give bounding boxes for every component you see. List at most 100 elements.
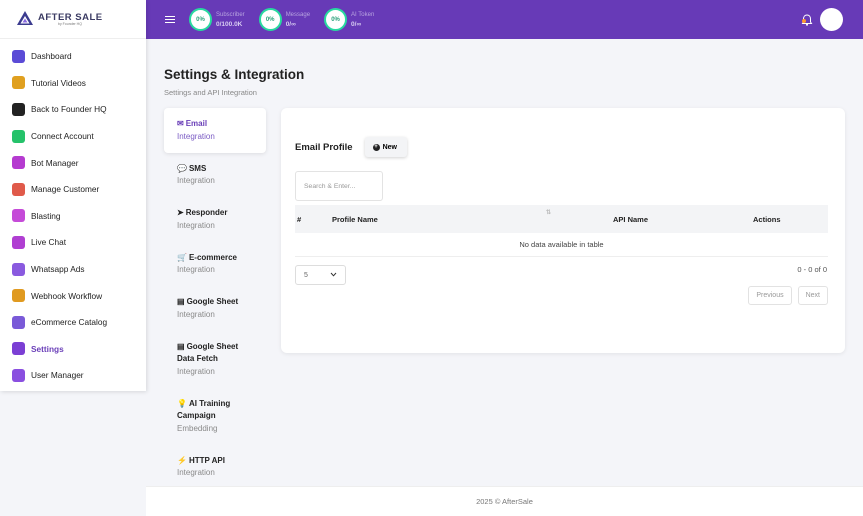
subnav-item-ai-training-campaign[interactable]: 💡 AI Training Campaign Embedding [164,388,266,445]
sidebar-item-webhook-workflow[interactable]: Webhook Workflow [0,282,146,309]
stat-value: 0/∞ [285,20,296,28]
stat-ai-token: 0% AI Token 0/∞ [324,8,374,31]
sidebar-item-live-chat[interactable]: Live Chat [0,229,146,256]
subnav-title: ▤ Google Sheet [177,296,253,309]
plus-circle-icon: + [372,143,380,151]
subnav-desc: Integration [177,131,215,141]
subnav-title: 🛒 E-commerce [177,252,253,265]
stat-label: Message [285,11,311,18]
column-header-index[interactable]: # [297,215,301,224]
subnav-desc: Integration [177,468,215,477]
sidebar-item-tutorial-videos[interactable]: Tutorial Videos [0,70,146,97]
stat-value: 0/∞ [351,20,362,28]
next-page-button[interactable]: Next [797,286,828,305]
column-header-actions: Actions [753,214,781,224]
subnav-desc: Embedding [177,423,218,433]
subnav-icon: 💬 [177,163,187,173]
logo-mark-icon [16,10,34,28]
subnav-item-google-sheet[interactable]: ▤ Google Sheet Integration [164,286,266,331]
subnav-title-text: HTTP API [188,455,225,465]
message-progress-ring: 0% [258,8,282,31]
new-email-profile-button[interactable]: + New [364,137,407,157]
stat-subscriber: 0% Subscriber 0/100.0K [189,8,245,31]
subnav-title-text: Google Sheet [186,297,239,306]
sort-icon[interactable]: ⇅ [546,209,551,216]
whatsapp-icon [12,129,25,143]
user-avatar[interactable] [820,8,843,31]
page-size-select[interactable]: 5 [295,265,346,285]
sidebar-item-label: Dashboard [31,51,72,62]
sidebar-item-settings[interactable]: Settings [0,336,146,363]
sidebar-item-ecommerce-catalog[interactable]: eCommerce Catalog [0,309,146,336]
topbar: 0% Subscriber 0/100.0K 0% Message 0/∞ 0%… [146,0,863,39]
brand-tagline: by Founder HQ [58,22,82,26]
sidebar-item-label: Bot Manager [31,157,79,168]
table-header: # Profile Name ⇅ API Name Actions [295,205,828,233]
notification-bell-icon[interactable] [800,13,814,27]
page-size-value: 5 [304,271,308,279]
menu-toggle-icon[interactable] [165,15,175,24]
sidebar-item-bot-manager[interactable]: Bot Manager [0,149,146,176]
subnav-title-text: SMS [188,163,207,173]
subnav-item-responder[interactable]: ➤ Responder Integration [164,197,266,242]
subnav-desc: Integration [177,176,215,185]
page-subtitle: Settings and API Integration [164,88,257,97]
gear-icon [12,342,25,356]
sidebar-item-whatsapp-ads[interactable]: Whatsapp Ads [0,256,146,283]
chat-icon [12,235,25,249]
ads-icon [12,262,25,276]
page-title: Settings & Integration [164,67,305,82]
bot-icon [12,156,25,170]
sidebar-item-user-manager[interactable]: User Manager [0,362,146,389]
subnav-title: 💬 SMS [177,163,253,176]
sidebar: AFTER SALE by Founder HQ Dashboard Tutori… [0,0,146,391]
subnav-item-e-commerce[interactable]: 🛒 E-commerce Integration [164,242,266,287]
sidebar-item-label: Tutorial Videos [31,77,86,88]
sidebar-nav: Dashboard Tutorial Videos Back to Founder … [0,39,146,389]
sidebar-item-label: Manage Customer [31,184,100,195]
subnav-item-sms[interactable]: 💬 SMS Integration [164,153,266,198]
subnav-title-text: Google Sheet Data Fetch [177,341,239,364]
subnav-icon: 🛒 [177,252,187,262]
subnav-item-email[interactable]: ✉ Email Integration [164,108,266,153]
table-info: 0 - 0 of 0 [797,265,827,274]
sidebar-item-blasting[interactable]: Blasting [0,203,146,230]
customer-icon [12,182,25,196]
workflow-icon [12,289,25,303]
new-button-label: New [382,143,397,151]
settings-subnav: ✉ Email Integration 💬 SMS Integration ➤ Respond… [164,108,266,489]
sidebar-item-back-to-founder-hq[interactable]: Back to Founder HQ [0,96,146,123]
subnav-item-google-sheet-data-fetch[interactable]: ▤ Google Sheet Data Fetch Integration [164,331,266,388]
stat-message: 0% Message 0/∞ [258,8,311,31]
sidebar-item-connect-account[interactable]: Connect Account [0,123,146,150]
founder-hq-icon [12,102,25,116]
subnav-desc: Integration [177,220,215,230]
sidebar-item-manage-customer[interactable]: Manage Customer [0,176,146,203]
subnav-title: ➤ Responder [177,207,253,220]
sidebar-item-label: Connect Account [31,131,94,142]
previous-page-button[interactable]: Previous [748,286,792,305]
sidebar-item-label: Blasting [31,210,61,221]
subnav-icon: 💡 [177,398,187,408]
subnav-icon: ▤ [177,297,185,306]
subnav-title: ⚡ HTTP API [177,455,253,468]
subnav-item-http-api[interactable]: ⚡ HTTP API Integration [164,445,266,490]
sidebar-item-label: Webhook Workflow [31,290,103,301]
sidebar-item-label: eCommerce Catalog [31,317,108,328]
catalog-icon [12,315,25,329]
brand-logo[interactable]: AFTER SALE by Founder HQ [0,0,146,39]
subnav-title: 💡 AI Training Campaign [177,398,253,423]
pagination: Previous Next [748,286,828,305]
column-header-profile-name[interactable]: Profile Name [332,215,378,224]
user-add-icon [12,368,25,382]
column-header-api-name[interactable]: API Name [613,215,648,224]
stat-label: AI Token [351,11,375,18]
sidebar-item-dashboard[interactable]: Dashboard [0,43,146,70]
subnav-icon: ➤ [177,208,184,217]
search-input[interactable] [295,171,383,201]
sidebar-item-label: Live Chat [31,237,67,248]
stat-label: Subscriber [216,11,245,18]
subnav-title-text: E-commerce [188,252,237,262]
subscriber-progress-ring: 0% [189,8,212,31]
subnav-title: ▤ Google Sheet Data Fetch [177,341,253,366]
